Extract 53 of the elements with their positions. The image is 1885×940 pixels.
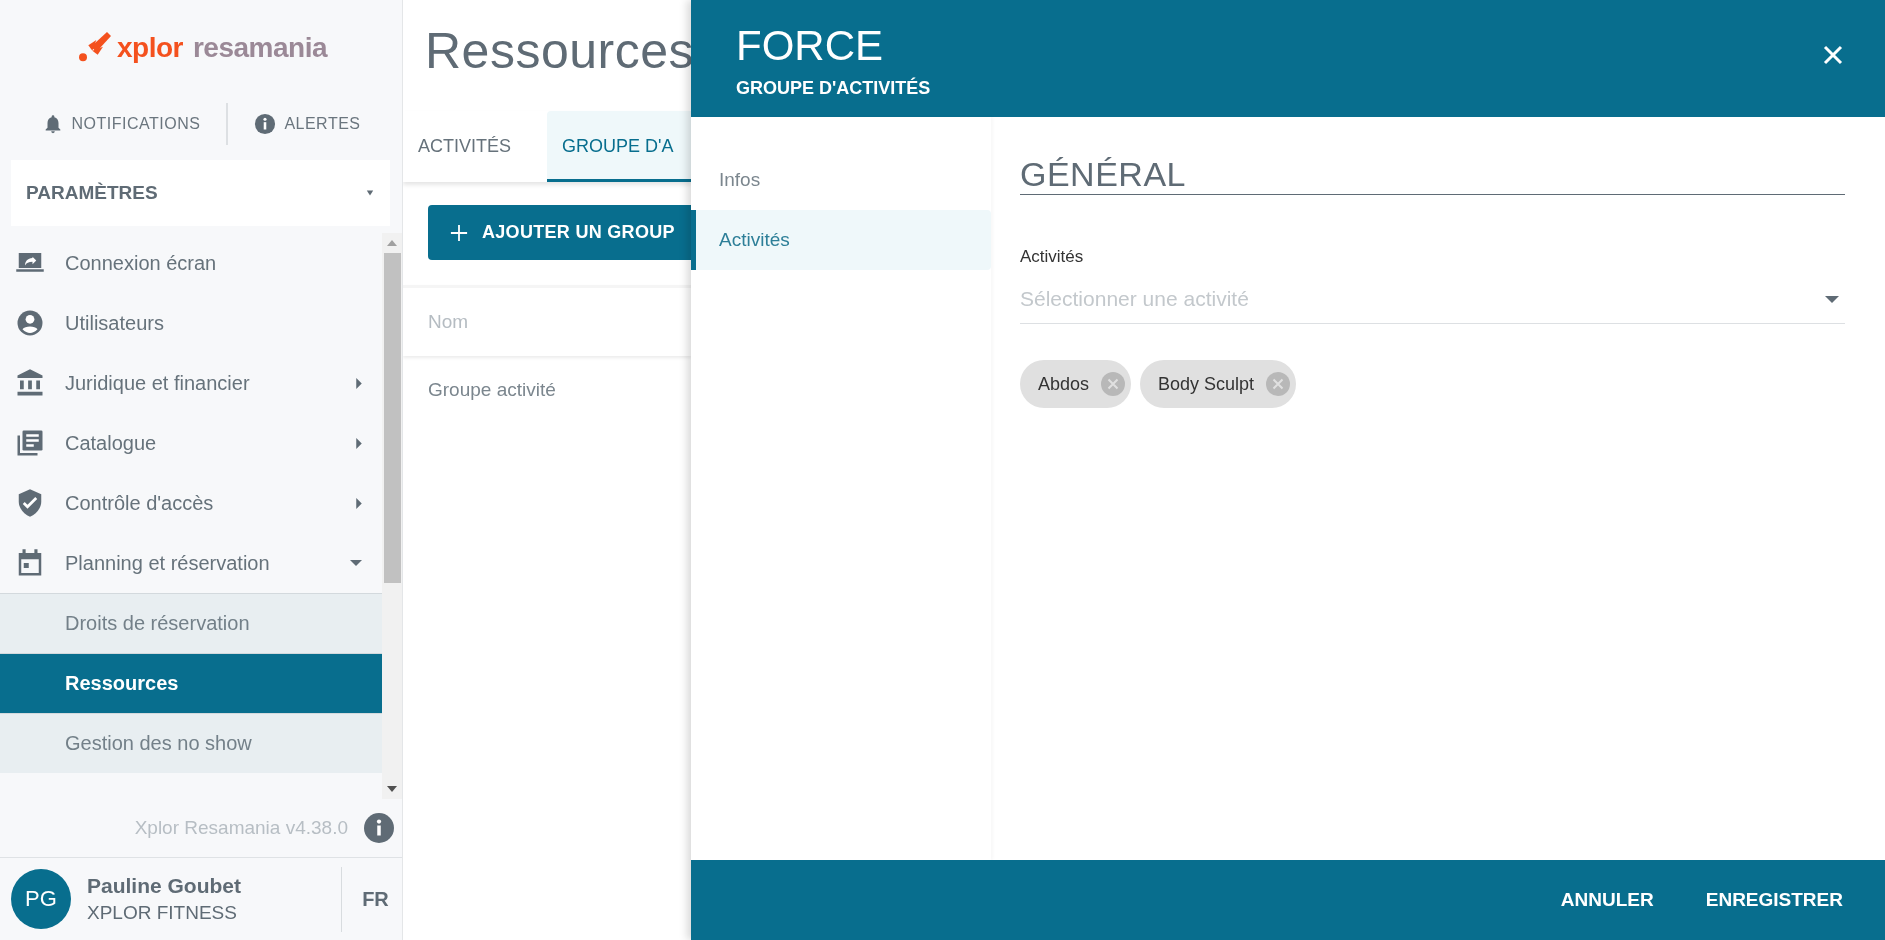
- caret-right-icon: [356, 377, 362, 389]
- menu-item[interactable]: Contrôle d'accès: [0, 473, 382, 533]
- caret-icon: [366, 190, 374, 196]
- scrollbar[interactable]: [382, 233, 402, 799]
- menu-item[interactable]: Planning et réservation: [0, 533, 382, 593]
- column-header: Nom: [428, 311, 469, 333]
- scroll-down-icon[interactable]: [387, 786, 397, 792]
- add-group-button[interactable]: AJOUTER UN GROUP: [428, 205, 691, 260]
- tab[interactable]: ACTIVITÉS: [403, 111, 526, 182]
- language-button[interactable]: FR: [341, 866, 399, 932]
- bank-icon: [15, 368, 45, 398]
- menu-item[interactable]: Catalogue: [0, 413, 382, 473]
- user-name: Pauline Goubet: [87, 874, 242, 898]
- caret-right-icon: [356, 497, 362, 509]
- save-button[interactable]: ENREGISTRER: [1691, 879, 1857, 921]
- activity-chip[interactable]: Body Sculpt: [1140, 360, 1297, 408]
- caret-down-icon: [1825, 296, 1839, 303]
- header-link[interactable]: NOTIFICATIONS: [41, 113, 201, 135]
- remove-icon[interactable]: [1266, 372, 1291, 396]
- panel-subtitle: GROUPE D'ACTIVITÉS: [736, 78, 931, 99]
- panel-nav-item[interactable]: Infos: [691, 150, 991, 210]
- close-icon[interactable]: [1823, 44, 1843, 65]
- scroll-up-icon[interactable]: [387, 240, 397, 246]
- table-cell: Groupe activité: [428, 379, 556, 401]
- activity-chip[interactable]: Abdos: [1020, 360, 1132, 408]
- cancel-button[interactable]: ANNULER: [1546, 879, 1668, 921]
- submenu-item[interactable]: Droits de réservation: [0, 593, 382, 653]
- submenu-item[interactable]: Ressources: [0, 653, 382, 713]
- info-icon: [254, 113, 277, 135]
- organization-name: XPLOR FITNESS: [87, 902, 238, 924]
- field-label: Activités: [1020, 247, 1085, 267]
- activity-select[interactable]: Sélectionner une activité: [1020, 275, 1845, 324]
- panel-title: FORCE: [736, 22, 884, 70]
- section-title: GÉNÉRAL: [1020, 155, 1845, 195]
- plus-icon: [450, 223, 468, 242]
- submenu-item[interactable]: Gestion des no show: [0, 713, 382, 773]
- version-text: Xplor Resamania v4.38.0: [134, 817, 348, 839]
- document-stack-icon: [15, 428, 45, 458]
- menu-item[interactable]: Juridique et financier: [0, 353, 382, 413]
- avatar: PG: [11, 869, 71, 929]
- header-link[interactable]: ALERTES: [254, 113, 361, 135]
- info-icon[interactable]: [364, 813, 394, 843]
- section-dropdown[interactable]: PARAMÈTRES: [11, 160, 390, 226]
- user-circle-icon: [15, 308, 45, 338]
- tab[interactable]: GROUPE D'A: [547, 111, 691, 182]
- menu-item[interactable]: Utilisateurs: [0, 293, 382, 353]
- caret-down-icon: [350, 560, 362, 566]
- caret-right-icon: [356, 437, 362, 449]
- logo-text: resamania: [192, 31, 327, 64]
- menu-item[interactable]: Connexion écran: [0, 233, 382, 293]
- logo-text: xplor: [117, 31, 183, 64]
- remove-icon[interactable]: [1101, 372, 1126, 396]
- panel-nav-item[interactable]: Activités: [691, 210, 991, 270]
